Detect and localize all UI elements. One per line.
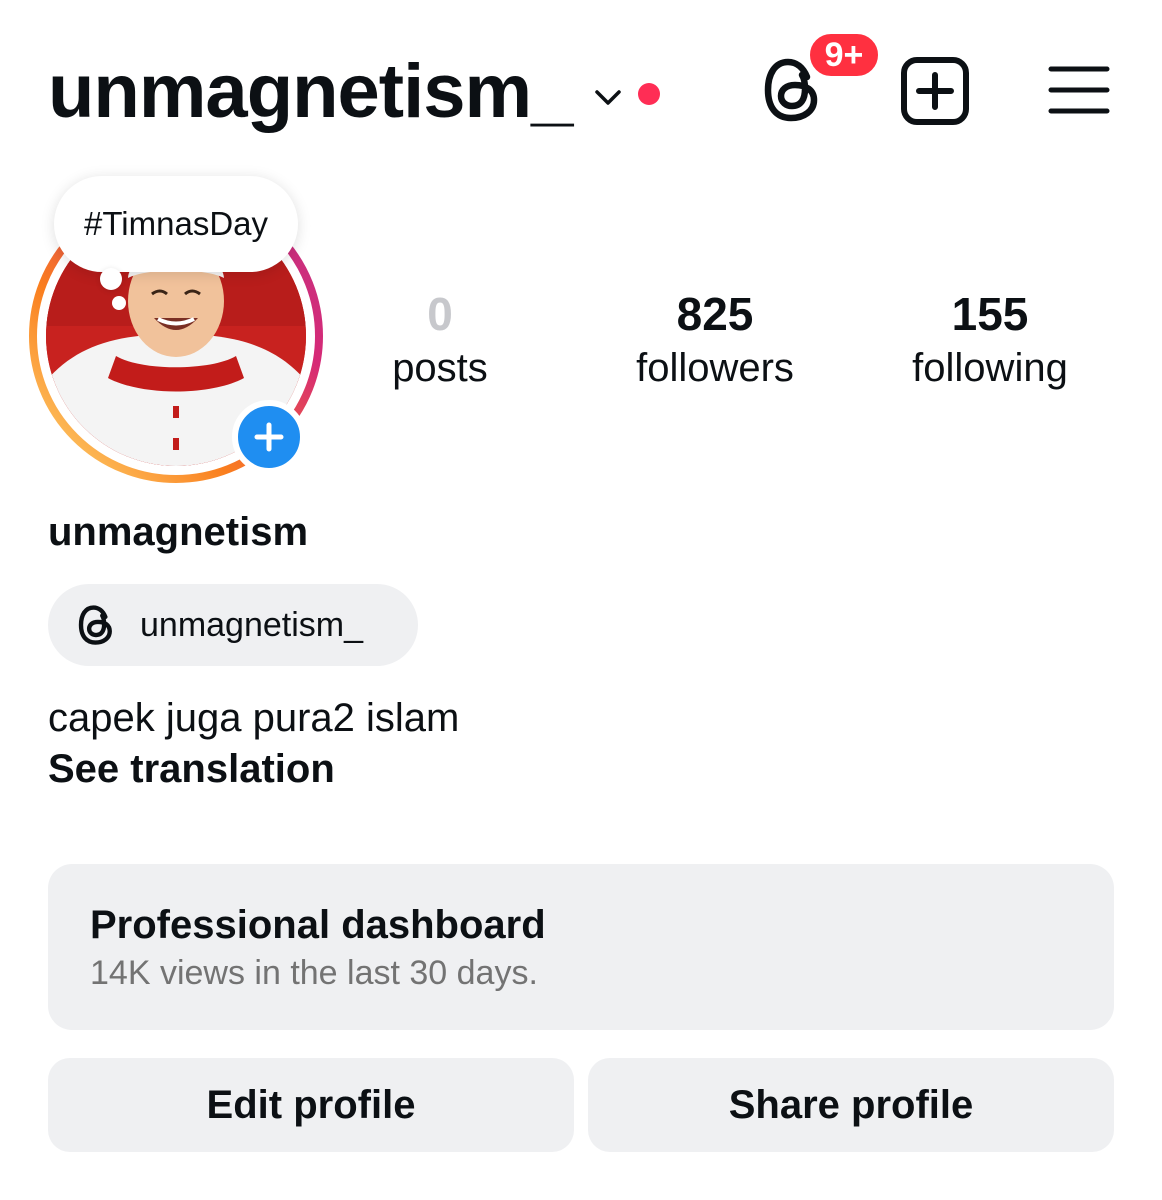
note-bubble-tail-small bbox=[112, 296, 126, 310]
following-label: following bbox=[912, 346, 1068, 390]
menu-button[interactable] bbox=[1044, 58, 1114, 122]
bio-text: capek juga pura2 islam bbox=[48, 696, 460, 740]
dashboard-title: Professional dashboard bbox=[90, 903, 546, 947]
menu-icon bbox=[1048, 66, 1110, 114]
chevron-down-icon bbox=[592, 81, 624, 113]
add-post-icon bbox=[901, 57, 969, 125]
profile-page: unmagnetism_ 9+ #TimnasDay 0 posts 825 f… bbox=[0, 0, 1162, 1200]
professional-dashboard-card[interactable]: Professional dashboard 14K views in the … bbox=[48, 864, 1114, 1030]
note-text: #TimnasDay bbox=[84, 205, 268, 242]
threads-handle: unmagnetism_ bbox=[140, 605, 364, 644]
edit-profile-button[interactable]: Edit profile bbox=[48, 1058, 574, 1152]
following-stat[interactable]: 155 following bbox=[890, 286, 1090, 394]
dashboard-subtitle: 14K views in the last 30 days. bbox=[90, 954, 538, 992]
profile-header: unmagnetism_ 9+ bbox=[0, 0, 1162, 160]
unread-dot bbox=[638, 83, 661, 105]
followers-stat[interactable]: 825 followers bbox=[610, 286, 820, 394]
create-post-button[interactable] bbox=[898, 54, 972, 128]
posts-stat[interactable]: 0 posts bbox=[370, 286, 510, 394]
account-switcher[interactable]: unmagnetism_ bbox=[48, 49, 661, 134]
display-name: unmagnetism bbox=[48, 510, 309, 554]
following-count: 155 bbox=[951, 288, 1029, 340]
note-bubble-tail bbox=[100, 268, 122, 290]
threads-icon bbox=[78, 605, 112, 645]
share-profile-button[interactable]: Share profile bbox=[588, 1058, 1114, 1152]
plus-icon bbox=[254, 422, 284, 452]
followers-label: followers bbox=[636, 346, 794, 390]
username-title: unmagnetism_ bbox=[48, 49, 573, 134]
notification-badge: 9+ bbox=[806, 30, 882, 80]
profile-note[interactable]: #TimnasDay bbox=[54, 176, 298, 272]
add-story-button[interactable] bbox=[232, 400, 306, 474]
threads-profile-link[interactable]: unmagnetism_ bbox=[48, 584, 418, 666]
see-translation-link[interactable]: See translation bbox=[48, 745, 335, 793]
posts-count: 0 bbox=[427, 288, 453, 340]
followers-count: 825 bbox=[676, 288, 754, 340]
posts-label: posts bbox=[392, 346, 488, 390]
